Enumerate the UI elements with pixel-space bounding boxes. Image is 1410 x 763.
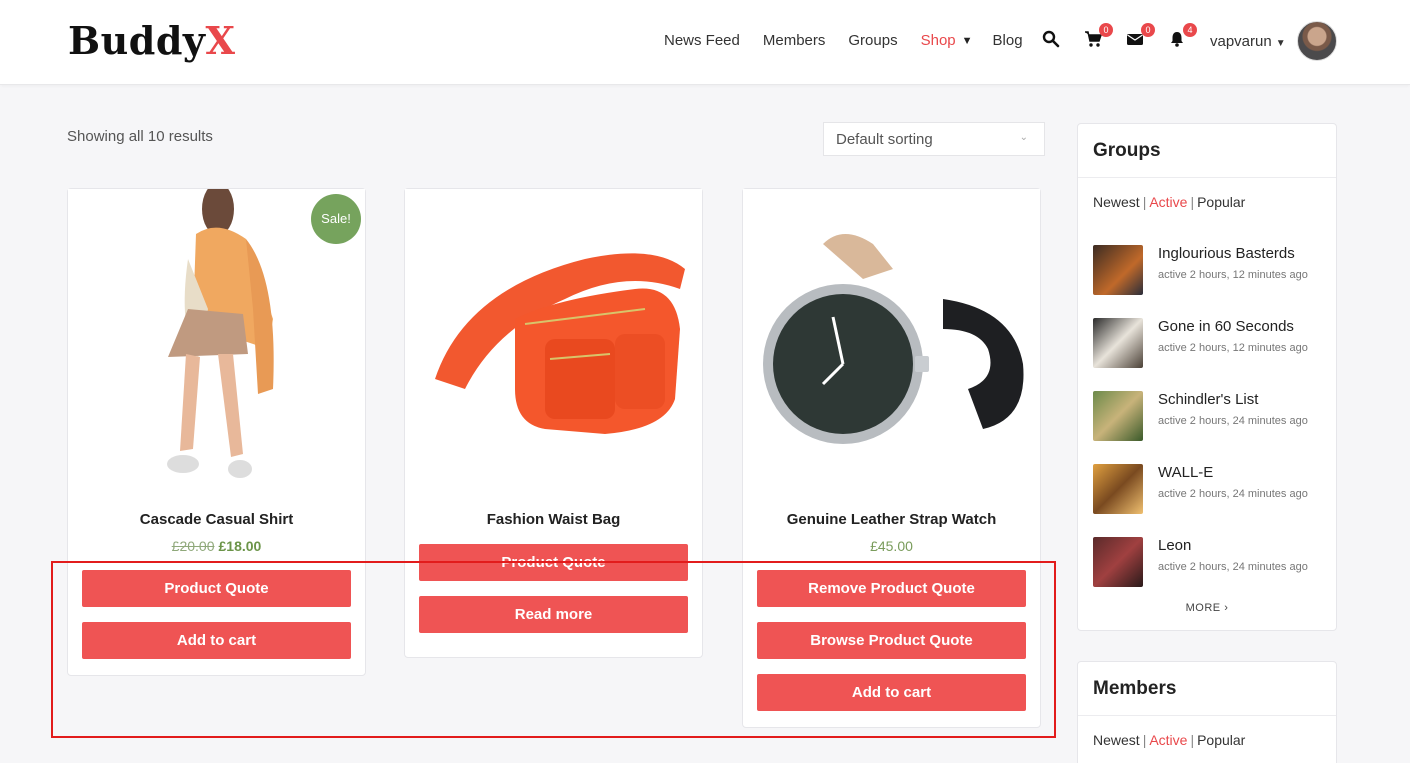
- price: £45.00: [870, 538, 913, 554]
- filter-popular[interactable]: Popular: [1197, 194, 1245, 210]
- filter-active[interactable]: Active: [1149, 194, 1187, 210]
- envelope-icon[interactable]: 0: [1126, 23, 1155, 50]
- nav-members[interactable]: Members: [763, 32, 826, 49]
- chevron-down-icon[interactable]: ▼: [962, 35, 973, 47]
- old-price: £20.00: [171, 538, 215, 554]
- group-meta: active 2 hours, 12 minutes ago: [1158, 269, 1308, 281]
- group-avatar[interactable]: [1093, 245, 1143, 295]
- username: vapvarun: [1210, 33, 1272, 50]
- group-name[interactable]: Inglourious Basterds: [1158, 245, 1295, 262]
- group-avatar[interactable]: [1093, 391, 1143, 441]
- group-avatar[interactable]: [1093, 318, 1143, 368]
- site-logo[interactable]: BuddyX: [68, 18, 235, 63]
- cart-count-badge: 0: [1099, 23, 1113, 37]
- bell-icon[interactable]: 4: [1168, 23, 1197, 50]
- product-title[interactable]: Genuine Leather Strap Watch: [743, 511, 1040, 528]
- product-price: £45.00: [743, 538, 1040, 554]
- members-filters: Newest | Active | Popular: [1093, 732, 1246, 748]
- group-avatar[interactable]: [1093, 537, 1143, 587]
- sale-price: £18.00: [218, 538, 262, 554]
- group-meta: active 2 hours, 12 minutes ago: [1158, 342, 1308, 354]
- members-widget: Members Newest | Active | Popular: [1077, 661, 1337, 763]
- group-name[interactable]: Gone in 60 Seconds: [1158, 318, 1294, 335]
- filter-newest[interactable]: Newest: [1093, 194, 1140, 210]
- groups-widget: Groups Newest | Active | Popular Inglourious…: [1077, 123, 1337, 631]
- product-title[interactable]: Cascade Casual Shirt: [68, 511, 365, 528]
- filter-popular[interactable]: Popular: [1197, 732, 1245, 748]
- widget-title: Groups: [1078, 124, 1336, 178]
- search-icon[interactable]: [1042, 30, 1060, 50]
- group-meta: active 2 hours, 24 minutes ago: [1158, 415, 1308, 427]
- chevron-right-icon: ›: [1224, 602, 1229, 614]
- widget-title: Members: [1078, 662, 1336, 716]
- logo-accent: X: [205, 18, 236, 63]
- sorting-value: Default sorting: [836, 131, 933, 148]
- notifications-count-badge: 4: [1183, 23, 1197, 37]
- filter-active[interactable]: Active: [1149, 732, 1187, 748]
- header-icons: 0 0 4: [1042, 23, 1210, 50]
- results-count: Showing all 10 results: [67, 128, 213, 145]
- nav-blog[interactable]: Blog: [993, 32, 1023, 49]
- chevron-down-icon: ▼: [1275, 38, 1286, 49]
- nav-news-feed[interactable]: News Feed: [664, 32, 740, 49]
- more-label: MORE: [1185, 602, 1221, 614]
- messages-count-badge: 0: [1141, 23, 1155, 37]
- product-image[interactable]: Sale!: [68, 189, 365, 487]
- logo-text: Buddy: [68, 18, 206, 63]
- filter-newest[interactable]: Newest: [1093, 732, 1140, 748]
- sorting-select[interactable]: Default sorting ⌄: [823, 122, 1045, 156]
- product-image[interactable]: [743, 189, 1040, 487]
- group-avatar[interactable]: [1093, 464, 1143, 514]
- site-header: BuddyX News Feed Members Groups Shop ▼ B…: [0, 0, 1410, 85]
- nav-shop[interactable]: Shop: [921, 32, 956, 49]
- group-meta: active 2 hours, 24 minutes ago: [1158, 561, 1308, 573]
- groups-filters: Newest | Active | Popular: [1093, 194, 1246, 210]
- avatar[interactable]: [1297, 21, 1337, 61]
- group-name[interactable]: Leon: [1158, 537, 1191, 554]
- group-name[interactable]: Schindler's List: [1158, 391, 1258, 408]
- sale-badge: Sale!: [311, 194, 361, 244]
- highlight-frame: [51, 561, 1056, 738]
- product-price: £20.00 £18.00: [68, 538, 365, 554]
- chevron-down-icon: ⌄: [1019, 132, 1028, 143]
- product-title[interactable]: Fashion Waist Bag: [405, 511, 702, 528]
- nav-groups[interactable]: Groups: [848, 32, 897, 49]
- group-name[interactable]: WALL-E: [1158, 464, 1213, 481]
- main-nav: News Feed Members Groups Shop ▼ Blog: [664, 32, 1046, 49]
- product-image[interactable]: [405, 189, 702, 487]
- more-link[interactable]: MORE ›: [1078, 602, 1336, 614]
- cart-icon[interactable]: 0: [1084, 23, 1113, 50]
- group-meta: active 2 hours, 24 minutes ago: [1158, 488, 1308, 500]
- user-menu[interactable]: vapvarun ▼: [1210, 33, 1286, 50]
